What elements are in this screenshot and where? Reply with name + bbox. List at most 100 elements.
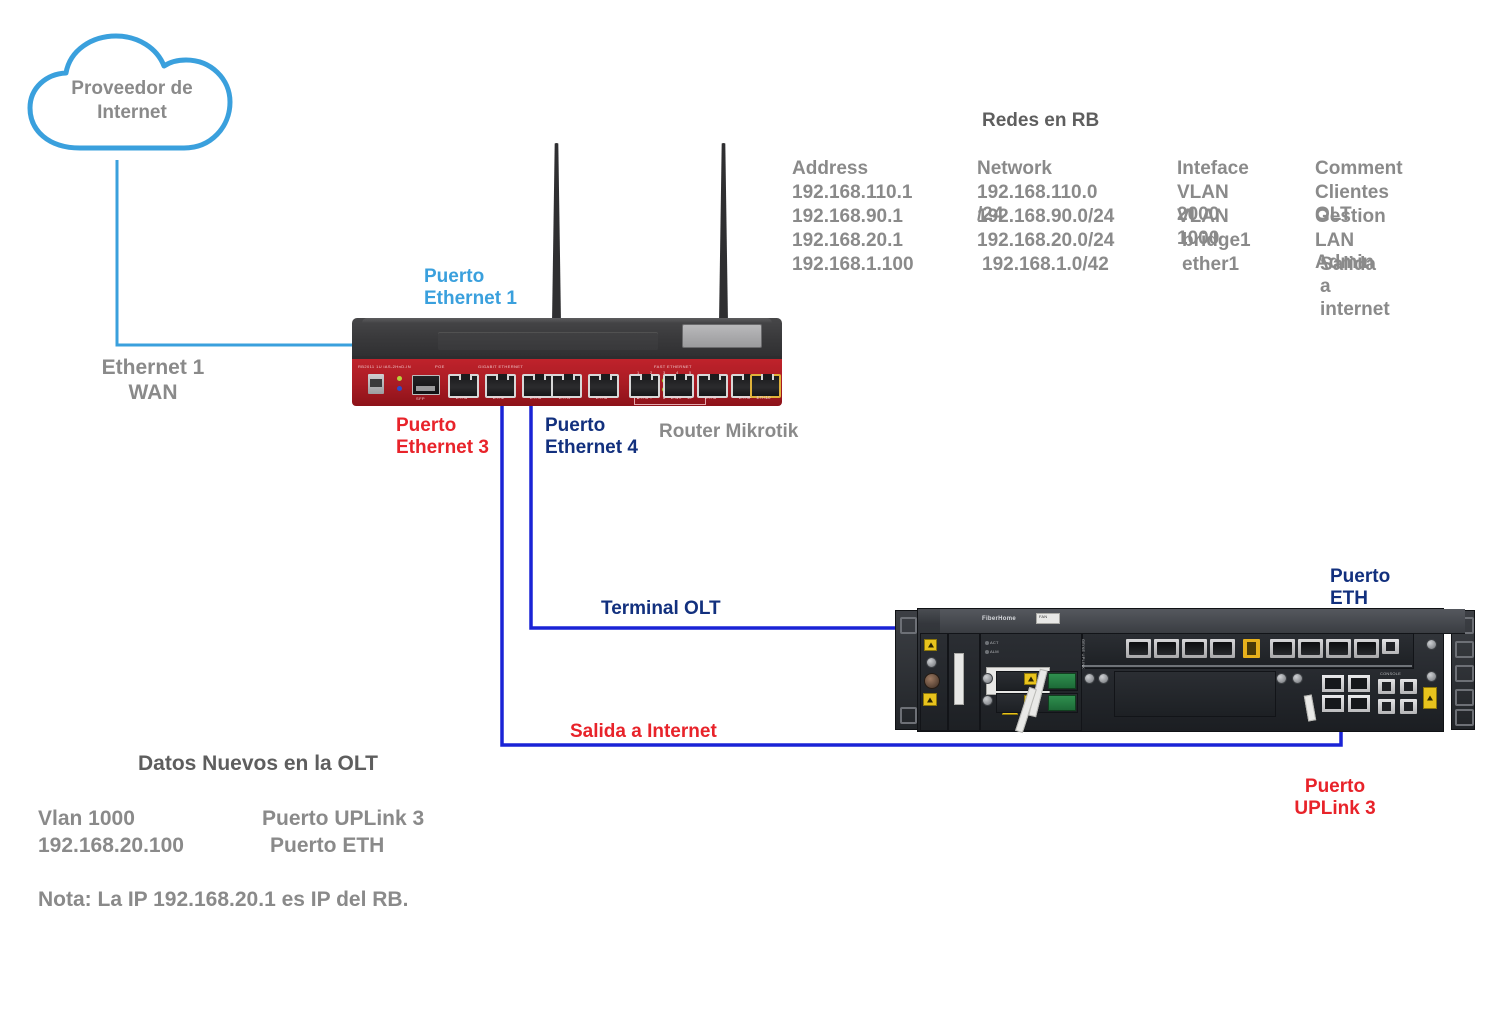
router-gigabit-label: GIGABIT ETHERNET	[478, 364, 524, 369]
olt-screw-8	[1426, 671, 1437, 682]
olt-screw-5	[1276, 673, 1287, 684]
olt-notes-footnote: Nota: La IP 192.168.20.1 es IP del RB.	[38, 888, 409, 911]
salida-a-internet-label: Salida a Internet	[570, 721, 717, 742]
power-connector	[924, 673, 940, 689]
port-eth2-label: ETH2	[492, 395, 505, 400]
router-fast-label: FAST ETHERNET	[654, 364, 692, 369]
olt-pon-port-1[interactable]	[1126, 639, 1151, 658]
olt-console-label: CONSOLE	[1380, 671, 1401, 676]
router-top-panel	[682, 324, 762, 348]
olt-pon-port-6[interactable]	[1298, 639, 1323, 658]
olt-pon-port-marker[interactable]	[1243, 639, 1260, 658]
olt-pon-module-1[interactable]	[1048, 673, 1076, 689]
port-eth7-label: ETH7	[670, 395, 683, 400]
table-row: 192.168.20.0/24	[977, 230, 1115, 251]
olt-chassis-lid	[940, 609, 1465, 634]
router-poe-text: POE	[435, 364, 445, 369]
puerto-uplink3-label: Puerto UPLink 3	[1294, 776, 1376, 820]
router-chassis-top	[352, 318, 782, 360]
olt-pon-module-2[interactable]	[1048, 695, 1076, 711]
olt-alm-label: ALM	[990, 649, 999, 654]
power-led	[397, 376, 402, 381]
olt-eth-port-a[interactable]	[1378, 679, 1395, 694]
olt-act-label: ACT	[990, 640, 999, 645]
redes-en-rb-title: Redes en RB	[982, 110, 1100, 131]
olt-eth-port-c[interactable]	[1378, 699, 1395, 714]
port-eth1-label: ETH1	[455, 395, 468, 400]
olt-notes-ip: 192.168.20.100	[38, 834, 184, 857]
olt-pon-port-5[interactable]	[1270, 639, 1295, 658]
router-brand-emboss	[438, 332, 658, 350]
network-diagram-canvas: Proveedor de Internet Ethernet 1 WAN Pue…	[0, 0, 1500, 1031]
olt-fan-text: FAN	[1039, 614, 1048, 619]
olt-pon-port-7[interactable]	[1326, 639, 1351, 658]
wan-label: Ethernet 1 WAN	[101, 356, 205, 404]
router-model-text: RB2011 1U iAS-2HnD-IN	[358, 364, 412, 369]
terminal-olt-label: Terminal OLT	[601, 598, 721, 619]
table-row: ether1	[1182, 254, 1240, 275]
port-eth4-label: ETH4	[558, 395, 571, 400]
puerto-ethernet-3-label: Puerto Ethernet 3	[396, 415, 489, 459]
isp-cloud: Proveedor de Internet	[18, 30, 246, 160]
olt-notes-uplink: Puerto UPLink 3	[262, 807, 425, 830]
olt-control-card	[948, 633, 980, 731]
slot-warning-icon	[1024, 673, 1037, 685]
table-header-network: Network	[977, 158, 1052, 179]
olt-eth-mgmt-port[interactable]	[1382, 639, 1399, 654]
mikrotik-router: RB2011 1U iAS-2HnD-IN POE GIGABIT ETHERN…	[352, 143, 782, 408]
olt-uplink-sfp-2[interactable]	[1348, 675, 1370, 692]
olt-pon-port-4[interactable]	[1210, 639, 1235, 658]
table-row: 192.168.110.1	[792, 182, 913, 203]
table-row: 192.168.1.0/42	[982, 254, 1109, 275]
table-row: 192.168.90.0/24	[977, 206, 1115, 227]
status-led	[397, 386, 402, 391]
olt-notes-vlan: Vlan 1000	[38, 807, 135, 830]
olt-notes-title: Datos Nuevos en la OLT	[138, 752, 378, 775]
olt-uplink-sfp-1[interactable]	[1322, 675, 1344, 692]
olt-pon-port-3[interactable]	[1182, 639, 1207, 658]
table-row: 192.168.20.1	[792, 230, 903, 251]
router-sfp-text: SFP	[416, 396, 425, 401]
olt-uplink-sfp-3[interactable]	[1322, 695, 1344, 712]
fiber-cable-3	[1303, 694, 1317, 722]
olt-eth-port-d[interactable]	[1400, 699, 1417, 714]
table-header-inteface: Inteface	[1177, 158, 1249, 179]
puerto-ethernet-1-label: Puerto Ethernet 1	[424, 266, 517, 310]
olt-eth-port-b[interactable]	[1400, 679, 1417, 694]
port-eth10-label: ETH10	[756, 395, 771, 400]
olt-serial-plate	[954, 653, 964, 705]
puerto-eth-olt-label: Puerto ETH	[1330, 566, 1391, 610]
table-row: Salida a internet	[1320, 254, 1390, 320]
table-row: Gestion	[1315, 206, 1386, 227]
olt-right-warning-icon	[1423, 687, 1437, 709]
olt-brand-label: FiberHome	[982, 616, 1017, 622]
isp-cloud-label-2: Internet	[97, 102, 167, 123]
olt-uplink-sfp-4[interactable]	[1348, 695, 1370, 712]
olt-screw-4	[1098, 673, 1109, 684]
olt-screw-3	[1084, 673, 1095, 684]
olt-screw-2	[982, 695, 993, 706]
sfp-port[interactable]	[412, 375, 440, 395]
puerto-ethernet-4-label: Puerto Ethernet 4	[545, 415, 638, 459]
table-header-address: Address	[792, 158, 869, 179]
olt-screw-6	[1292, 673, 1303, 684]
olt-pon-port-2[interactable]	[1154, 639, 1179, 658]
olt-notes-eth: Puerto ETH	[270, 834, 385, 857]
port-eth5-label: ETH5	[595, 395, 608, 400]
olt-fiberhome: FiberHome FAN ACT ALM GE/XE UPLINK CONSO…	[895, 608, 1490, 734]
table-row: 192.168.90.1	[792, 206, 903, 227]
olt-screw-1	[982, 673, 993, 684]
usb-port[interactable]	[368, 374, 384, 394]
table-row: bridge1	[1182, 230, 1251, 251]
esd-warning-icon	[923, 693, 937, 706]
port-eth3-label: ETH3	[529, 395, 542, 400]
olt-pon-port-8[interactable]	[1354, 639, 1379, 658]
table-header-comment: Comment	[1315, 158, 1403, 179]
power-terminal-1	[926, 657, 937, 668]
isp-cloud-label: Proveedor de	[71, 78, 193, 99]
port-eth8-label: ETH8	[704, 395, 717, 400]
olt-chassis: FiberHome FAN ACT ALM GE/XE UPLINK CONSO…	[917, 608, 1465, 734]
router-name-label: Router Mikrotik	[659, 421, 799, 442]
olt-blank-panel	[1114, 671, 1276, 717]
rack-ear-left	[895, 610, 919, 730]
